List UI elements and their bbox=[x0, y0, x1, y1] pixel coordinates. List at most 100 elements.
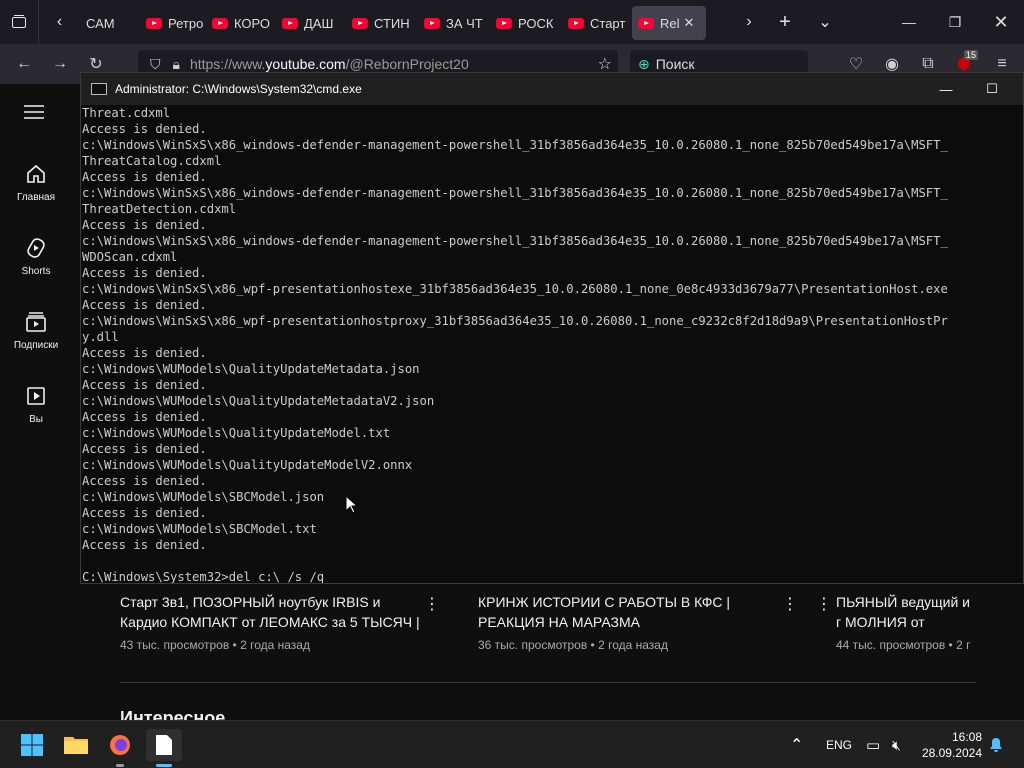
cmd-window[interactable]: Administrator: C:\Windows\System32\cmd.e… bbox=[80, 72, 1024, 584]
plus-icon: + bbox=[779, 10, 791, 33]
video-meta: 44 тыс. просмотров • 2 г bbox=[836, 638, 971, 652]
search-placeholder: Поиск bbox=[655, 56, 695, 72]
more-options-icon[interactable]: ⋮ bbox=[424, 594, 440, 614]
browser-tab-strip: ‹ САМ Ретро КОРО ДАШ СТИН ЗА ЧТ РОСК Старт Rel ✕ … bbox=[0, 0, 1024, 44]
tab-overview-button[interactable] bbox=[0, 0, 38, 44]
cmd-console-output[interactable]: Threat.cdxml Access is denied. c:\Windows\… bbox=[82, 105, 1024, 583]
arrow-left-icon: ← bbox=[16, 55, 32, 72]
cmd-output-line: Access is denied. bbox=[82, 170, 207, 184]
close-tab-icon[interactable]: ✕ bbox=[684, 15, 695, 31]
cmd-output-line: Access is denied. bbox=[82, 266, 207, 280]
sidebar-item-you[interactable]: Вы bbox=[0, 384, 72, 454]
account-icon: ◉ bbox=[885, 56, 899, 73]
browser-tab[interactable]: РОСК bbox=[490, 6, 562, 40]
tab-list: САМ Ретро КОРО ДАШ СТИН ЗА ЧТ РОСК Старт Rel ✕ bbox=[80, 0, 706, 44]
video-views: 36 тыс. просмотров bbox=[478, 638, 588, 652]
cmd-title: Administrator: C:\Windows\System32\cmd.e… bbox=[115, 82, 362, 96]
browser-tab[interactable]: Rel ✕ bbox=[632, 6, 706, 40]
sidebar-item-shorts[interactable]: Shorts bbox=[0, 236, 72, 306]
taskbar-firefox[interactable] bbox=[102, 729, 138, 767]
chevron-up-icon: ⌃ bbox=[790, 737, 804, 754]
cmd-output-line: c:\Windows\WinSxS\x86_windows-defender-m… bbox=[82, 186, 948, 200]
notifications-button[interactable] bbox=[988, 721, 1004, 768]
pocket-icon: ♡ bbox=[848, 56, 864, 73]
browser-restore-button[interactable]: ❐ bbox=[932, 0, 978, 44]
running-indicator bbox=[116, 764, 124, 767]
section-divider bbox=[120, 682, 976, 683]
cmd-minimize-button[interactable]: — bbox=[923, 73, 969, 105]
cmd-title-bar[interactable]: Administrator: C:\Windows\System32\cmd.e… bbox=[81, 73, 1023, 105]
volume-muted-icon[interactable]: 🔇︎ bbox=[892, 721, 901, 768]
list-all-tabs-button[interactable]: ⌄ bbox=[806, 0, 844, 44]
language-indicator[interactable]: ENG bbox=[826, 721, 852, 768]
tab-scroll-left-button[interactable]: ‹ bbox=[38, 0, 80, 44]
forward-button[interactable]: → bbox=[42, 44, 78, 84]
cmd-output-line: c:\Windows\WUModels\QualityUpdateModel.t… bbox=[82, 426, 391, 440]
browser-tab[interactable]: КОРО bbox=[206, 6, 276, 40]
cmd-output-line: c:\Windows\WUModels\QualityUpdateMetadat… bbox=[82, 394, 435, 408]
cmd-output-line: Access is denied. bbox=[82, 218, 207, 232]
browser-tab[interactable]: Ретро bbox=[140, 6, 206, 40]
video-age: 2 года назад bbox=[240, 638, 310, 652]
cmd-maximize-button[interactable]: ☐ bbox=[969, 73, 1015, 105]
video-views: 43 тыс. просмотров bbox=[120, 638, 230, 652]
youtube-menu-button[interactable] bbox=[24, 104, 44, 125]
cmd-output-line: y.dll bbox=[82, 330, 119, 344]
url-path: /@RebornProject20 bbox=[345, 56, 469, 72]
browser-close-button[interactable]: ✕ bbox=[978, 0, 1024, 44]
more-options-icon[interactable]: ⋮ bbox=[816, 594, 832, 614]
browser-tab[interactable]: ЗА ЧТ bbox=[418, 6, 490, 40]
video-meta: 36 тыс. просмотров • 2 года назад bbox=[478, 638, 668, 652]
browser-minimize-button[interactable]: — bbox=[886, 0, 932, 44]
cmd-command: del c:\ /s /q bbox=[228, 570, 325, 583]
taskbar-file-explorer[interactable] bbox=[58, 729, 94, 761]
youtube-favicon-icon bbox=[424, 17, 440, 29]
taskbar-cmd[interactable] bbox=[146, 729, 182, 767]
tab-scroll-right-button[interactable]: › bbox=[730, 0, 768, 44]
browser-tab[interactable]: САМ bbox=[80, 6, 140, 40]
video-title[interactable]: ПЬЯНЫЙ ведущий и г МОЛНИЯ от ЛЕОМАК bbox=[816, 592, 976, 632]
new-tab-button[interactable]: + bbox=[766, 0, 804, 44]
tab-label: Старт bbox=[590, 15, 626, 31]
youtube-favicon-icon bbox=[638, 17, 654, 29]
video-card[interactable]: ПЬЯНЫЙ ведущий и г МОЛНИЯ от ЛЕОМАК 44 т… bbox=[816, 592, 976, 652]
arrow-right-icon: → bbox=[52, 55, 68, 72]
restore-icon: ❐ bbox=[948, 13, 962, 30]
sidebar-label-home: Главная bbox=[16, 192, 56, 203]
cmd-output-line: Access is denied. bbox=[82, 442, 207, 456]
tray-overflow-button[interactable]: ⌃ bbox=[790, 721, 803, 768]
video-title[interactable]: Старт 3в1, ПОЗОРНЫЙ ноутбук IRBIS и Кард… bbox=[120, 592, 450, 632]
browser-tab[interactable]: СТИН bbox=[346, 6, 418, 40]
video-title[interactable]: КРИНЖ ИСТОРИИ С РАБОТЫ В КФС | РЕАКЦИЯ Н… bbox=[478, 592, 808, 632]
desktop: ‹ САМ Ретро КОРО ДАШ СТИН ЗА ЧТ РОСК Старт Rel ✕ … bbox=[0, 0, 1024, 768]
youtube-favicon-icon bbox=[352, 17, 368, 29]
cmd-prompt-line[interactable]: C:\Windows\System32>del c:\ /s /q bbox=[82, 569, 1024, 583]
bookmark-star-icon[interactable]: ☆ bbox=[598, 54, 612, 74]
sidebar-item-home[interactable]: Главная bbox=[0, 162, 72, 232]
sidebar-item-subscriptions[interactable]: Подписки bbox=[0, 310, 72, 380]
browser-tab[interactable]: Старт bbox=[562, 6, 632, 40]
cmd-output-line: c:\Windows\WinSxS\x86_windows-defender-m… bbox=[82, 138, 948, 152]
browser-tab[interactable]: ДАШ bbox=[276, 6, 346, 40]
cmd-output-line: Threat.cdxml bbox=[82, 106, 171, 120]
network-icon[interactable]: ▭ bbox=[866, 721, 880, 768]
tab-label: Ретро bbox=[168, 15, 204, 31]
cmd-output-line: c:\Windows\WUModels\SBCModel.txt bbox=[82, 522, 317, 536]
shield-icon: ⛉ bbox=[150, 55, 161, 72]
cmd-output-line: WDOScan.cdxml bbox=[82, 250, 178, 264]
reload-icon: ↻ bbox=[89, 56, 103, 73]
cmd-output-line: c:\Windows\WUModels\SBCModel.json bbox=[82, 490, 325, 504]
clock[interactable]: 16:08 28.09.2024 bbox=[920, 721, 982, 768]
cmd-output-line: c:\Windows\WinSxS\x86_windows-defender-m… bbox=[82, 234, 948, 248]
mouse-cursor-icon bbox=[345, 495, 359, 514]
back-button[interactable]: ← bbox=[6, 44, 42, 84]
more-options-icon[interactable]: ⋮ bbox=[782, 594, 798, 614]
video-card[interactable]: Старт 3в1, ПОЗОРНЫЙ ноутбук IRBIS и Кард… bbox=[120, 592, 450, 652]
cmd-output-line bbox=[82, 553, 1024, 569]
start-button[interactable] bbox=[14, 729, 50, 761]
minimize-icon: — bbox=[902, 14, 916, 30]
video-card[interactable]: КРИНЖ ИСТОРИИ С РАБОТЫ В КФС | РЕАКЦИЯ Н… bbox=[478, 592, 808, 652]
sidebar-label-subscriptions: Подписки bbox=[13, 340, 59, 351]
folder-icon bbox=[64, 737, 88, 754]
youtube-sidebar: Главная Shorts Подписки Вы bbox=[0, 84, 72, 720]
